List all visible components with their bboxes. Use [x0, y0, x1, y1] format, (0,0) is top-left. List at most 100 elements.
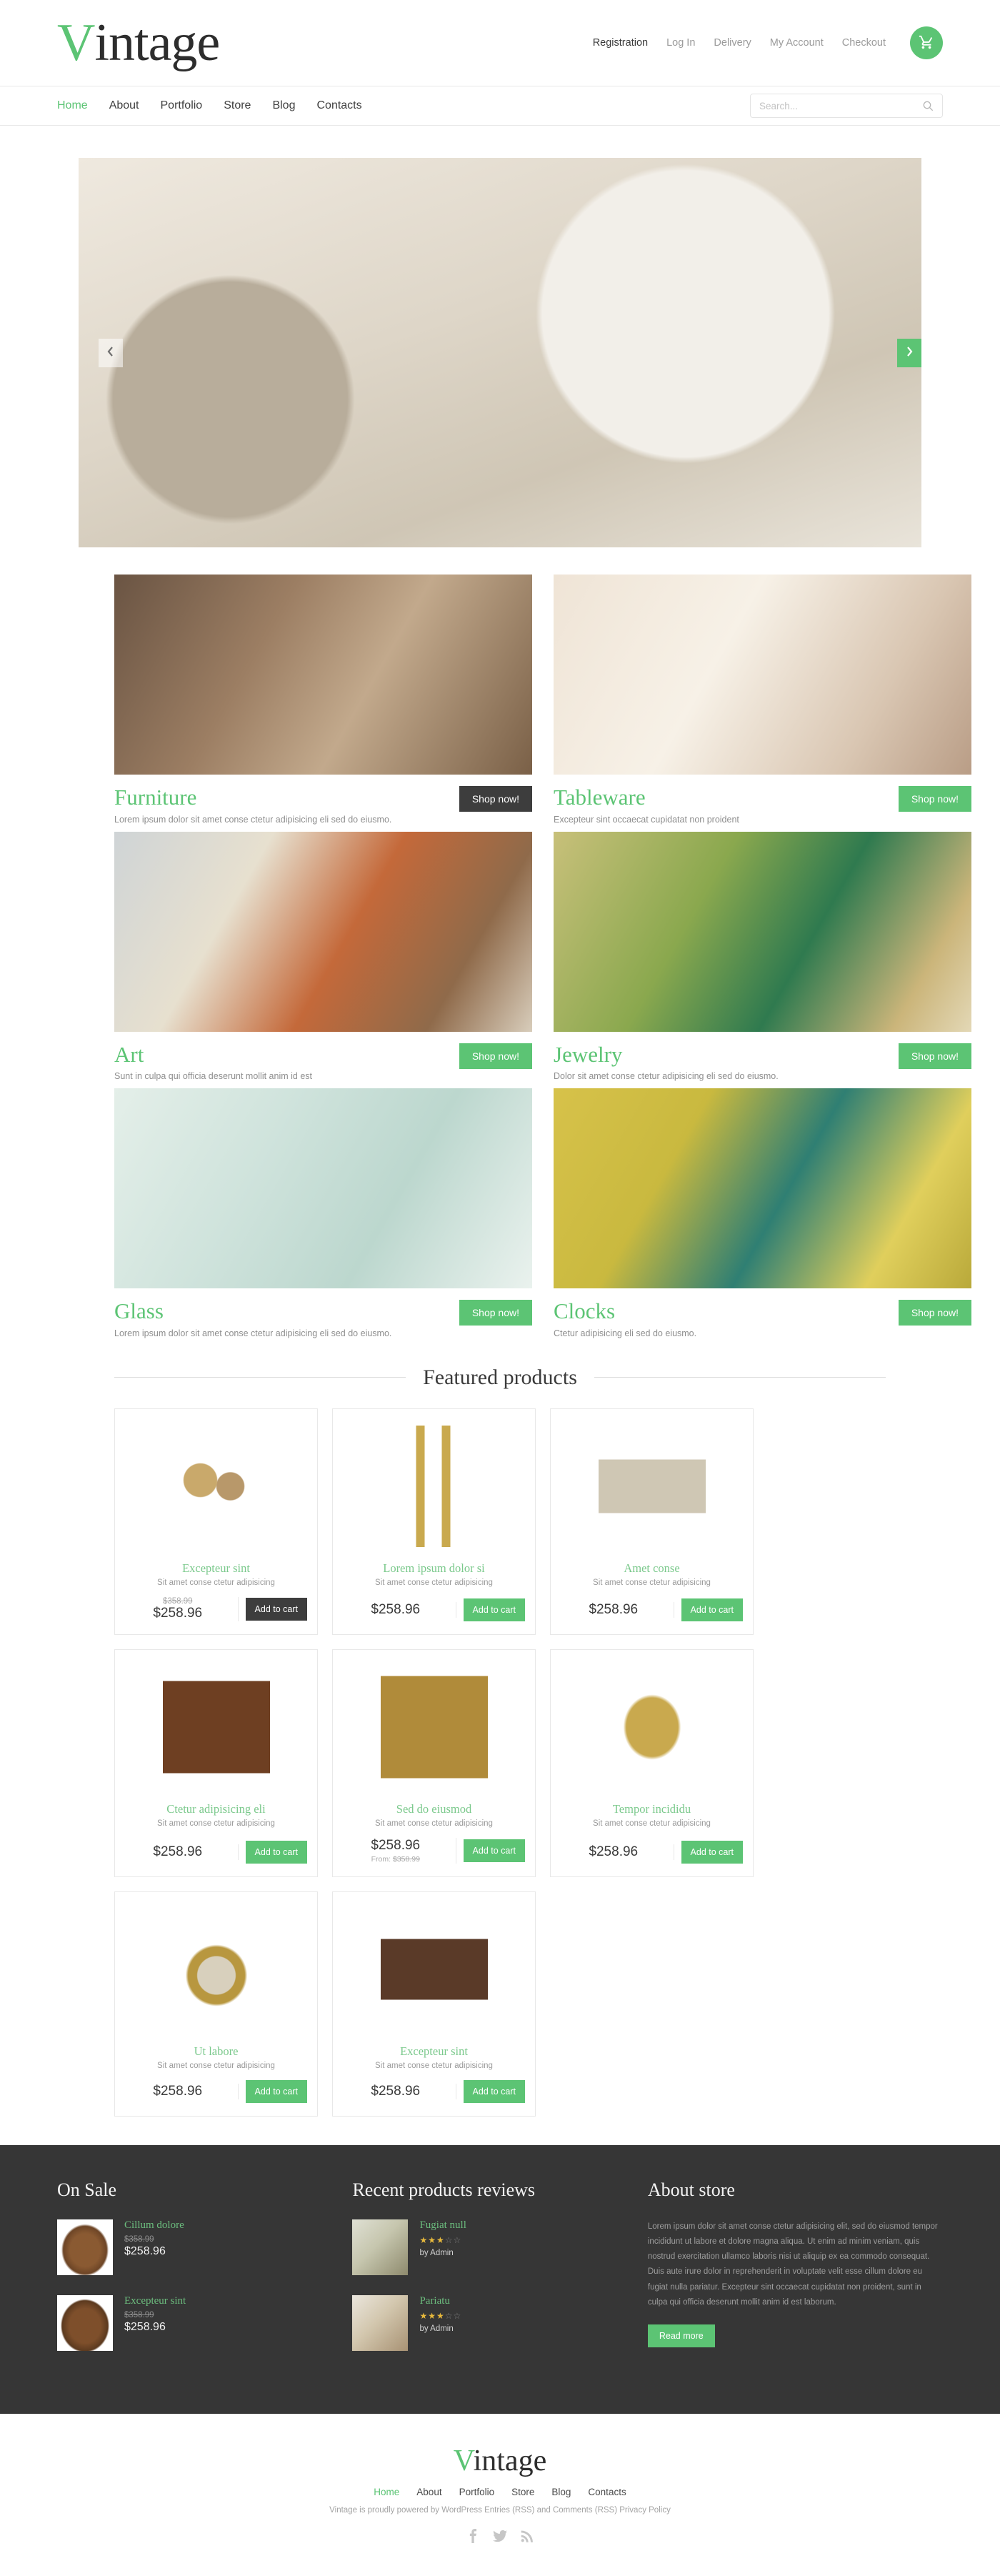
footer-nav: Home About Portfolio Store Blog Contacts: [0, 2487, 1000, 2497]
category-image-clocks[interactable]: [554, 1088, 971, 1289]
product-name[interactable]: Amet conse: [561, 1561, 743, 1576]
shop-now-button-jewelry[interactable]: Shop now!: [898, 1043, 971, 1069]
product-price: $258.96: [589, 1601, 639, 1617]
nav-item-about[interactable]: About: [109, 99, 139, 112]
on-sale-item[interactable]: Excepteur sint $358.99 $258.96: [57, 2294, 338, 2351]
category-title[interactable]: Jewelry: [554, 1043, 779, 1067]
category-image-art[interactable]: [114, 831, 532, 1032]
product-image[interactable]: [561, 1661, 743, 1794]
footer-nav-item-blog[interactable]: Blog: [551, 2487, 571, 2497]
on-sale-thumbnail[interactable]: [57, 2219, 113, 2275]
top-nav-item-log-in[interactable]: Log In: [666, 37, 695, 49]
footer-nav-item-store[interactable]: Store: [511, 2487, 534, 2497]
product-name[interactable]: Excepteur sint: [343, 2044, 525, 2059]
on-sale-item-name[interactable]: Excepteur sint: [124, 2295, 186, 2307]
category-title[interactable]: Clocks: [554, 1300, 696, 1323]
review-product-name[interactable]: Fugiat null: [419, 2219, 466, 2232]
category-title[interactable]: Glass: [114, 1300, 391, 1323]
search-input[interactable]: [759, 100, 922, 111]
top-nav-item-my-account[interactable]: My Account: [770, 37, 824, 49]
product-description: Sit amet conse ctetur adipisicing: [375, 2061, 493, 2070]
nav-item-portfolio[interactable]: Portfolio: [161, 99, 203, 112]
add-to-cart-button[interactable]: Add to cart: [681, 1840, 743, 1864]
shop-now-button-tableware[interactable]: Shop now!: [898, 786, 971, 812]
star-empty-icon: ☆: [444, 2310, 454, 2321]
rss-icon[interactable]: [520, 2529, 534, 2543]
hero-slider: [79, 158, 921, 547]
shop-now-button-furniture[interactable]: Shop now!: [459, 786, 532, 812]
add-to-cart-button[interactable]: Add to cart: [245, 2079, 307, 2103]
read-more-button[interactable]: Read more: [647, 2324, 715, 2348]
product-name[interactable]: Lorem ipsum dolor si: [343, 1561, 525, 1576]
top-nav-item-checkout[interactable]: Checkout: [842, 37, 886, 49]
add-to-cart-button[interactable]: Add to cart: [245, 1840, 307, 1864]
product-name[interactable]: Tempor incididu: [561, 1802, 743, 1816]
review-thumbnail[interactable]: [352, 2294, 409, 2351]
nav-item-contacts[interactable]: Contacts: [316, 99, 361, 112]
product-name[interactable]: Ctetur adipisicing eli: [125, 1802, 307, 1816]
slider-next-button[interactable]: [897, 338, 921, 367]
product-image[interactable]: [125, 1661, 307, 1794]
add-to-cart-button[interactable]: Add to cart: [245, 1597, 307, 1621]
shop-now-button-clocks[interactable]: Shop now!: [898, 1300, 971, 1326]
review-rating: ★★★☆☆: [419, 2311, 461, 2321]
product-name[interactable]: Excepteur sint: [125, 1561, 307, 1576]
category-image-glass[interactable]: [114, 1088, 532, 1289]
review-item[interactable]: Fugiat null ★★★☆☆ by Admin: [352, 2219, 633, 2275]
twitter-icon[interactable]: [493, 2529, 507, 2543]
on-sale-item-name[interactable]: Cillum dolore: [124, 2219, 184, 2232]
product-card[interactable]: Excepteur sint Sit amet conse ctetur adi…: [114, 1408, 318, 1635]
footer-nav-item-about[interactable]: About: [416, 2487, 441, 2497]
product-name[interactable]: Ut labore: [125, 2044, 307, 2059]
top-nav-item-registration[interactable]: Registration: [593, 37, 648, 49]
category-image-tableware[interactable]: [554, 575, 971, 775]
shop-now-button-art[interactable]: Shop now!: [459, 1043, 532, 1069]
on-sale-thumbnail[interactable]: [57, 2294, 113, 2351]
product-image[interactable]: [343, 1421, 525, 1553]
add-to-cart-button[interactable]: Add to cart: [681, 1598, 743, 1621]
footer-nav-item-portfolio[interactable]: Portfolio: [459, 2487, 495, 2497]
footer-nav-item-contacts[interactable]: Contacts: [588, 2487, 626, 2497]
cart-button[interactable]: [910, 26, 943, 59]
product-name[interactable]: Sed do eiusmod: [343, 1802, 525, 1816]
category-title[interactable]: Furniture: [114, 785, 391, 810]
product-card[interactable]: Excepteur sint Sit amet conse ctetur adi…: [332, 1891, 536, 2117]
add-to-cart-button[interactable]: Add to cart: [463, 1839, 525, 1862]
search-icon[interactable]: [922, 100, 934, 111]
product-card[interactable]: Ut labore Sit amet conse ctetur adipisic…: [114, 1891, 318, 2117]
category-image-jewelry[interactable]: [554, 831, 971, 1032]
product-card[interactable]: Sed do eiusmod Sit amet conse ctetur adi…: [332, 1648, 536, 1877]
product-card[interactable]: Lorem ipsum dolor si Sit amet conse ctet…: [332, 1408, 536, 1635]
product-image[interactable]: [343, 1661, 525, 1794]
product-image[interactable]: [343, 1904, 525, 2036]
product-card[interactable]: Ctetur adipisicing eli Sit amet conse ct…: [114, 1648, 318, 1877]
facebook-icon[interactable]: [466, 2528, 480, 2543]
category-title[interactable]: Art: [114, 1043, 312, 1067]
slider-prev-button[interactable]: [99, 338, 123, 367]
review-product-name[interactable]: Pariatu: [419, 2295, 461, 2307]
product-image[interactable]: [125, 1904, 307, 2036]
add-to-cart-button[interactable]: Add to cart: [463, 1598, 525, 1621]
product-card[interactable]: Tempor incididu Sit amet conse ctetur ad…: [550, 1648, 754, 1877]
search-box[interactable]: [750, 94, 943, 118]
add-to-cart-button[interactable]: Add to cart: [463, 2079, 525, 2103]
product-from-price: From: $358.99: [371, 1854, 420, 1864]
nav-item-home[interactable]: Home: [57, 99, 88, 112]
product-image[interactable]: [125, 1421, 307, 1553]
category-meta: Art Sunt in culpa qui officia deserunt m…: [114, 1032, 532, 1081]
nav-item-blog[interactable]: Blog: [272, 99, 295, 112]
category-description: Lorem ipsum dolor sit amet conse ctetur …: [114, 1328, 392, 1338]
site-logo[interactable]: Vintage: [57, 16, 220, 69]
product-image[interactable]: [561, 1421, 743, 1553]
review-item[interactable]: Pariatu ★★★☆☆ by Admin: [352, 2294, 633, 2351]
product-card[interactable]: Amet conse Sit amet conse ctetur adipisi…: [550, 1408, 754, 1635]
category-title[interactable]: Tableware: [554, 785, 739, 810]
about-store-text: Lorem ipsum dolor sit amet conse ctetur …: [647, 2222, 938, 2307]
shop-now-button-glass[interactable]: Shop now!: [459, 1300, 532, 1326]
top-nav-item-delivery[interactable]: Delivery: [714, 37, 751, 49]
footer-nav-item-home[interactable]: Home: [374, 2487, 399, 2497]
on-sale-item[interactable]: Cillum dolore $358.99 $258.96: [57, 2219, 338, 2275]
category-image-furniture[interactable]: [114, 575, 532, 775]
nav-item-store[interactable]: Store: [224, 99, 251, 112]
review-thumbnail[interactable]: [352, 2219, 409, 2275]
